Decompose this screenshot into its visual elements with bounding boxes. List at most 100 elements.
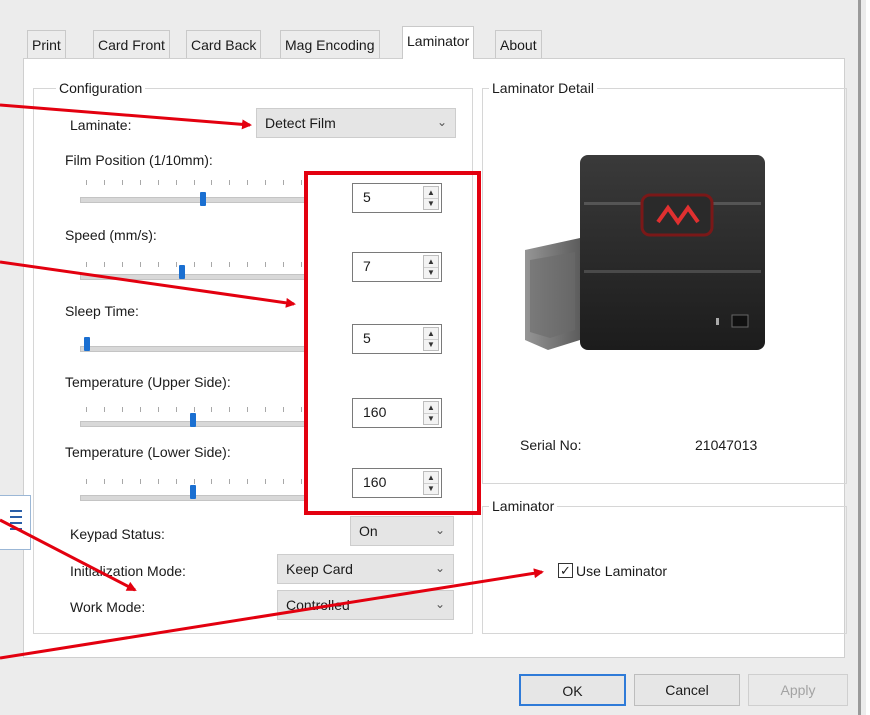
slider-tick xyxy=(139,262,141,267)
laminate-select[interactable]: Detect Film ⌄ xyxy=(256,108,456,138)
use-laminator-checkbox[interactable]: ✓ xyxy=(558,563,573,578)
serial-number-label: Serial No: xyxy=(520,437,582,453)
sleep-time-slider-thumb[interactable] xyxy=(84,337,91,351)
film-position-spinbox[interactable]: 5 ▲ ▼ xyxy=(352,183,442,213)
slider-tick xyxy=(193,262,195,267)
tab-mag-encoding[interactable]: Mag Encoding xyxy=(280,30,380,58)
speed-value: 7 xyxy=(363,258,371,274)
slider-tick xyxy=(229,407,231,412)
film-position-value: 5 xyxy=(363,189,371,205)
slider-tick xyxy=(103,262,105,267)
slider-tick xyxy=(265,262,267,267)
keypad-status-select[interactable]: On ⌄ xyxy=(350,516,454,546)
temp-upper-spin-buttons[interactable]: ▲ ▼ xyxy=(423,401,439,425)
spin-down-icon[interactable]: ▼ xyxy=(424,413,438,424)
configuration-group: Configuration xyxy=(33,79,473,634)
slider-tick xyxy=(86,262,87,267)
slider-tick xyxy=(283,262,285,267)
temp-upper-spinbox[interactable]: 160 ▲ ▼ xyxy=(352,398,442,428)
use-laminator-label[interactable]: Use Laminator xyxy=(576,562,667,580)
ok-button[interactable]: OK xyxy=(519,674,626,706)
slider-tick xyxy=(247,407,249,412)
slider-tick xyxy=(175,180,177,185)
film-position-slider-track[interactable] xyxy=(80,197,307,203)
slider-tick xyxy=(139,479,141,484)
slider-tick xyxy=(265,479,267,484)
film-position-slider-thumb[interactable] xyxy=(200,192,207,206)
tab-about[interactable]: About xyxy=(495,30,542,58)
speed-slider-track[interactable] xyxy=(80,274,307,280)
spin-down-icon[interactable]: ▼ xyxy=(424,267,438,278)
sleep-time-spinbox[interactable]: 5 ▲ ▼ xyxy=(352,324,442,354)
slider-tick xyxy=(121,180,123,185)
keypad-status-label: Keypad Status: xyxy=(70,526,165,542)
work-mode-value: Controlled xyxy=(286,597,350,613)
laminator-group-title: Laminator xyxy=(489,497,558,515)
slider-tick xyxy=(229,262,231,267)
slider-tick xyxy=(301,262,302,267)
slider-tick xyxy=(103,180,105,185)
slider-tick xyxy=(301,407,302,412)
speed-ticks xyxy=(86,262,302,268)
film-position-spin-buttons[interactable]: ▲ ▼ xyxy=(423,186,439,210)
work-mode-select[interactable]: Controlled ⌄ xyxy=(277,590,454,620)
slider-tick xyxy=(193,180,195,185)
slider-tick xyxy=(193,479,195,484)
cancel-button[interactable]: Cancel xyxy=(634,674,740,706)
chevron-down-icon: ⌄ xyxy=(434,561,445,575)
slider-tick xyxy=(247,180,249,185)
temp-upper-value: 160 xyxy=(363,404,387,420)
slider-tick xyxy=(211,407,213,412)
tab-laminator[interactable]: Laminator xyxy=(402,26,475,59)
film-position-label: Film Position (1/10mm): xyxy=(65,152,213,168)
slider-tick xyxy=(265,407,267,412)
laminator-detail-title: Laminator Detail xyxy=(489,79,597,97)
slider-tick xyxy=(157,180,159,185)
slider-tick xyxy=(86,479,87,484)
sleep-time-label: Sleep Time: xyxy=(65,303,139,319)
sleep-time-spin-buttons[interactable]: ▲ ▼ xyxy=(423,327,439,351)
laminate-label: Laminate: xyxy=(70,117,132,133)
tab-card-back[interactable]: Card Back xyxy=(186,30,262,58)
temp-upper-slider-thumb[interactable] xyxy=(189,413,196,427)
temp-upper-label: Temperature (Upper Side): xyxy=(65,374,231,390)
slider-tick xyxy=(86,180,87,185)
slider-tick xyxy=(103,479,105,484)
slider-tick xyxy=(103,407,105,412)
slider-tick xyxy=(211,262,213,267)
slider-tick xyxy=(139,180,141,185)
side-toolbar-button[interactable] xyxy=(0,495,31,550)
slider-tick xyxy=(175,262,177,267)
slider-tick xyxy=(301,180,302,185)
laminate-select-value: Detect Film xyxy=(265,115,336,131)
keypad-status-value: On xyxy=(359,523,378,539)
film-position-ticks xyxy=(86,180,302,186)
slider-tick xyxy=(283,180,285,185)
slider-tick xyxy=(211,180,213,185)
slider-tick xyxy=(175,479,177,484)
serial-number-value: 21047013 xyxy=(695,437,758,453)
laminator-device-image xyxy=(525,155,765,350)
speed-slider-thumb[interactable] xyxy=(178,265,185,279)
sleep-time-value: 5 xyxy=(363,330,371,346)
initialization-mode-select[interactable]: Keep Card ⌄ xyxy=(277,554,454,584)
spin-down-icon[interactable]: ▼ xyxy=(424,339,438,350)
configuration-group-title: Configuration xyxy=(56,79,146,97)
temp-lower-slider-thumb[interactable] xyxy=(189,485,196,499)
tab-card-front[interactable]: Card Front xyxy=(93,30,170,58)
speed-spin-buttons[interactable]: ▲ ▼ xyxy=(423,255,439,279)
temp-lower-spinbox[interactable]: 160 ▲ ▼ xyxy=(352,468,442,498)
slider-tick xyxy=(121,262,123,267)
slider-tick xyxy=(283,407,285,412)
temp-lower-spin-buttons[interactable]: ▲ ▼ xyxy=(423,471,439,495)
slider-tick xyxy=(121,407,123,412)
slider-tick xyxy=(157,262,159,267)
slider-tick xyxy=(301,479,302,484)
slider-tick xyxy=(157,479,159,484)
slider-tick xyxy=(247,479,249,484)
spin-down-icon[interactable]: ▼ xyxy=(424,483,438,494)
speed-spinbox[interactable]: 7 ▲ ▼ xyxy=(352,252,442,282)
sleep-time-slider-track[interactable] xyxy=(80,346,307,352)
tab-print[interactable]: Print xyxy=(27,30,66,58)
spin-down-icon[interactable]: ▼ xyxy=(424,198,438,209)
